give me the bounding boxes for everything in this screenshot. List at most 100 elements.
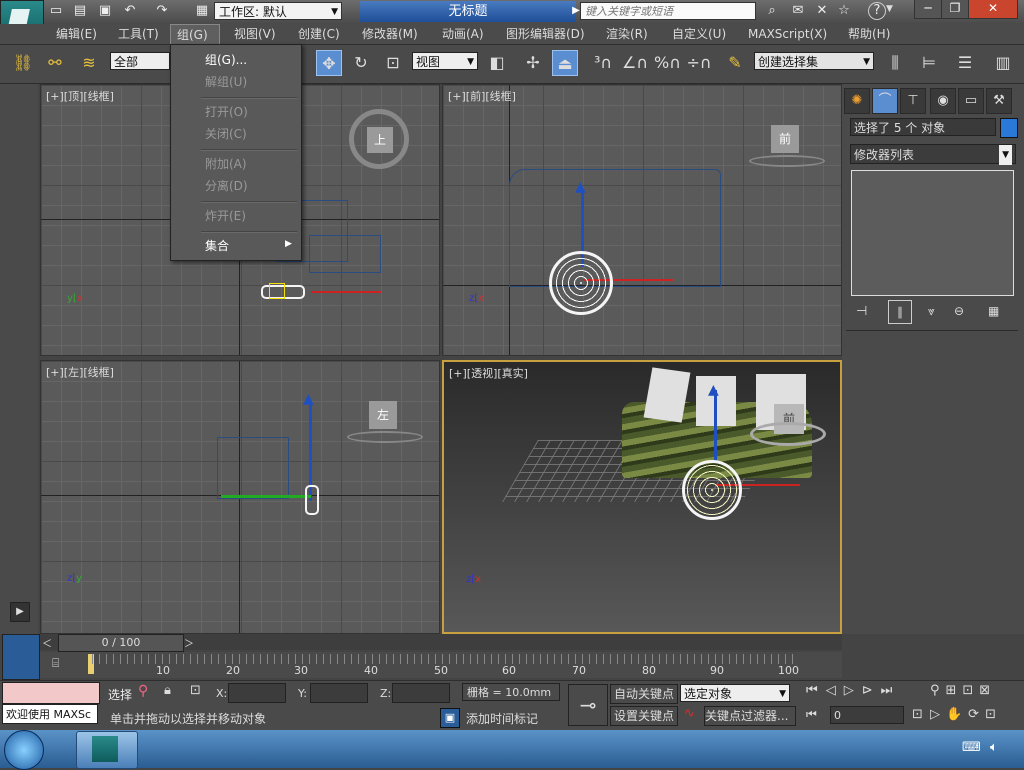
align-icon[interactable]: ⊨: [916, 50, 942, 76]
pivot-center-icon[interactable]: ◧: [484, 50, 510, 76]
viewcube-face[interactable]: 上: [367, 127, 393, 153]
workspace-dropdown[interactable]: 工作区: 默认 ▼: [214, 2, 342, 20]
viewport-layout-icon[interactable]: [2, 634, 40, 680]
menu-item-open[interactable]: 打开(O): [205, 103, 248, 120]
menu-animation[interactable]: 动画(A): [436, 24, 490, 44]
save-icon[interactable]: ▣: [95, 2, 115, 20]
modify-tab-icon[interactable]: ⌒: [872, 88, 898, 114]
menu-views[interactable]: 视图(V): [228, 24, 282, 44]
display-tab-icon[interactable]: ▭: [958, 88, 984, 114]
z-coordinate-field[interactable]: [392, 683, 450, 703]
menu-graph-editors[interactable]: 图形编辑器(D): [500, 24, 591, 44]
menu-item-close[interactable]: 关闭(C): [205, 125, 247, 142]
create-tab-icon[interactable]: ✺: [844, 88, 870, 114]
selection-filter-dropdown[interactable]: 全部: [110, 52, 170, 70]
viewcube-ring[interactable]: [347, 431, 423, 443]
viewcube-face[interactable]: 左: [369, 401, 397, 429]
prev-frame-icon[interactable]: ＜: [42, 635, 52, 650]
hierarchy-tab-icon[interactable]: ⊤: [900, 88, 926, 114]
select-manipulate-icon[interactable]: ✢: [520, 50, 546, 76]
viewcube-ring[interactable]: [750, 422, 826, 446]
menu-item-detach[interactable]: 分离(D): [205, 177, 248, 194]
minimize-button[interactable]: ─: [914, 0, 942, 19]
communication-center-icon[interactable]: ✉: [788, 2, 808, 20]
unlink-icon[interactable]: ⚯: [42, 50, 68, 76]
menu-item-group[interactable]: 组(G)...: [205, 51, 247, 68]
modifier-list-dropdown[interactable]: 修改器列表 ▼: [850, 144, 1016, 165]
selection-name-field[interactable]: 选择了 5 个 对象: [850, 118, 996, 136]
percent-snap-icon[interactable]: %∩: [654, 50, 681, 76]
menu-edit[interactable]: 编辑(E): [50, 24, 103, 44]
menu-modifiers[interactable]: 修改器(M): [356, 24, 424, 44]
car-body-wireframe[interactable]: [509, 169, 721, 287]
viewcube-ring[interactable]: [749, 155, 825, 167]
menu-item-explode[interactable]: 炸开(E): [205, 207, 246, 224]
new-file-icon[interactable]: ▭: [46, 2, 66, 20]
car-wireframe-part[interactable]: [309, 235, 381, 273]
car-wireframe[interactable]: [217, 437, 289, 499]
viewport-left[interactable]: ▲ 左 [+][左][线框] z⌊y: [40, 360, 440, 634]
pin-stack-icon[interactable]: ⊣: [856, 304, 867, 319]
menu-create[interactable]: 创建(C): [292, 24, 346, 44]
undo-icon[interactable]: ↶: [120, 2, 140, 20]
set-key-button[interactable]: 设置关键点: [610, 706, 678, 726]
selection-lock-icon[interactable]: 🔒︎: [164, 683, 171, 698]
chevron-down-icon[interactable]: ▼: [886, 4, 893, 14]
menu-help[interactable]: 帮助(H): [842, 24, 896, 44]
menu-item-attach[interactable]: 附加(A): [205, 155, 247, 172]
key-icon[interactable]: ⊸: [568, 684, 608, 726]
restore-button[interactable]: ❐: [941, 0, 969, 19]
time-slider-thumb[interactable]: 0 / 100: [58, 634, 184, 652]
viewcube-face[interactable]: 前: [771, 125, 799, 153]
modifier-stack[interactable]: [851, 170, 1014, 296]
key-mode-toggle-icon[interactable]: ⏮: [806, 707, 817, 722]
utilities-tab-icon[interactable]: ⚒: [986, 88, 1012, 114]
mirror-icon[interactable]: ⫼: [882, 50, 908, 76]
viewport-label[interactable]: [+][顶][线框]: [46, 88, 114, 104]
favorites-star-icon[interactable]: ☆: [834, 2, 854, 20]
menu-tools[interactable]: 工具(T): [112, 24, 165, 44]
viewport-nav-controls[interactable]: ⚲⊞⊡⊠: [930, 683, 996, 698]
named-selection-dropdown[interactable]: 创建选择集 ▼: [754, 52, 874, 70]
y-coordinate-field[interactable]: [310, 683, 368, 703]
menu-item-assembly[interactable]: 集合: [205, 237, 229, 254]
menu-item-ungroup[interactable]: 解组(U): [205, 73, 247, 90]
absolute-mode-icon[interactable]: ⊡: [190, 683, 201, 698]
speaker-tray-icon[interactable]: 🔈︎: [990, 740, 998, 755]
close-button[interactable]: ✕: [968, 0, 1018, 19]
x-coordinate-field[interactable]: [228, 683, 286, 703]
gizmo-x-axis[interactable]: [311, 291, 381, 293]
link-icon[interactable]: ⛓: [10, 50, 36, 76]
current-frame-field[interactable]: 0: [830, 706, 904, 724]
maxscript-mini-listener-pink[interactable]: [2, 682, 100, 704]
binoculars-icon[interactable]: ⌕: [762, 2, 782, 20]
spinner-snap-icon[interactable]: ÷∩: [686, 50, 712, 76]
key-filters-button[interactable]: 关键点过滤器...: [704, 706, 796, 726]
menu-maxscript[interactable]: MAXScript(X): [742, 24, 833, 44]
add-time-tag[interactable]: 添加时间标记: [466, 710, 538, 727]
keyboard-shortcut-override-icon[interactable]: ⏏: [552, 50, 578, 76]
next-frame-icon[interactable]: ＞: [184, 635, 194, 650]
bind-spacewarp-icon[interactable]: ≋: [76, 50, 102, 76]
angle-snap-icon[interactable]: ∠∩: [622, 50, 648, 76]
layer-manager-icon[interactable]: ☰: [952, 50, 978, 76]
motion-tab-icon[interactable]: ◉: [930, 88, 956, 114]
isolate-selection-icon[interactable]: ⚲: [138, 683, 148, 699]
gizmo-z-axis[interactable]: [714, 390, 717, 462]
redo-icon[interactable]: ↷: [152, 2, 172, 20]
wheel-wireframe[interactable]: [549, 251, 613, 315]
show-end-result-icon[interactable]: ∥: [888, 300, 912, 324]
viewport-label[interactable]: [+][透视][真实]: [449, 365, 528, 381]
viewport-perspective[interactable]: ▲ 前 [+][透视][真实] z⌊x: [442, 360, 842, 634]
time-config-icon[interactable]: ⊡: [912, 707, 923, 722]
select-rotate-icon[interactable]: ↻: [348, 50, 374, 76]
menu-customize[interactable]: 自定义(U): [666, 24, 732, 44]
maxscript-mini-listener[interactable]: 欢迎使用 MAXSc: [2, 704, 98, 724]
make-unique-icon[interactable]: ⩔: [928, 304, 935, 319]
viewport-front[interactable]: ▲ 前 [+][前][线框] z⌊x: [442, 84, 842, 356]
viewport-label[interactable]: [+][左][线框]: [46, 364, 114, 380]
viewport-label[interactable]: [+][前][线框]: [448, 88, 516, 104]
help-icon[interactable]: ?: [868, 2, 886, 20]
gizmo-y-axis[interactable]: [221, 495, 311, 498]
expand-ribbon-icon[interactable]: ▶: [10, 602, 30, 622]
